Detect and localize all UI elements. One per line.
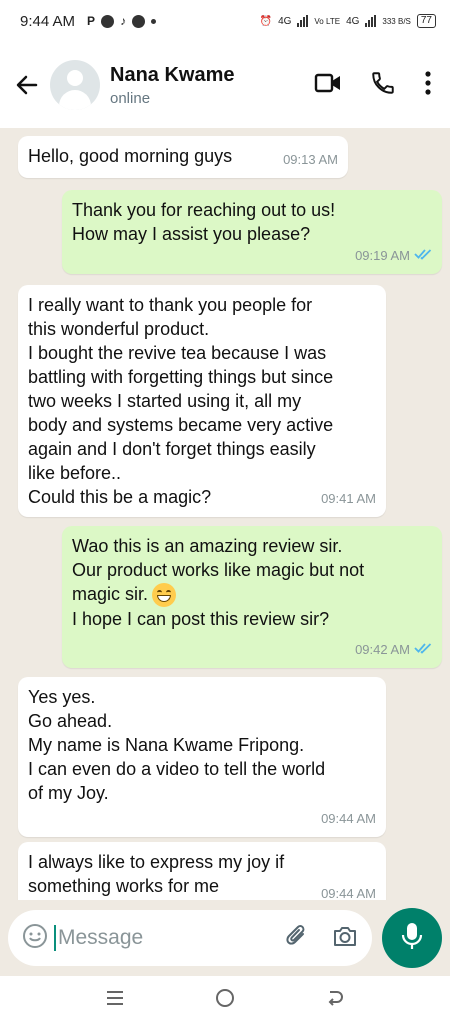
contact-name: Nana Kwame bbox=[110, 63, 235, 86]
message-bubble-incoming[interactable]: I really want to thank you people for th… bbox=[18, 285, 386, 517]
emoji-icon[interactable] bbox=[22, 923, 48, 954]
message-time: 09:42 AM bbox=[355, 642, 410, 657]
status-time: 9:44 AM bbox=[20, 12, 76, 30]
more-notifications-dot bbox=[151, 18, 157, 24]
avatar[interactable] bbox=[50, 60, 100, 110]
network-type-1: 4G bbox=[278, 15, 292, 27]
whatsapp-notification-icon bbox=[101, 14, 115, 28]
message-input-container[interactable] bbox=[8, 910, 372, 966]
recents-menu-icon[interactable] bbox=[104, 989, 126, 1012]
message-bubble-incoming[interactable]: I always like to express my joy if somet… bbox=[18, 842, 386, 900]
text-caret bbox=[54, 925, 56, 951]
network-type-2: 4G bbox=[346, 15, 360, 27]
message-bubble-outgoing[interactable]: Thank you for reaching out to us! How ma… bbox=[62, 190, 442, 274]
volte-label: Vo LTE bbox=[314, 16, 341, 26]
back-arrow-icon[interactable] bbox=[12, 70, 42, 100]
battery-level: 77 bbox=[420, 15, 432, 26]
back-nav-icon[interactable] bbox=[324, 987, 346, 1014]
message-text: Yes yes. Go ahead. My name is Nana Kwame… bbox=[28, 687, 326, 803]
chat-header: Nana Kwame online bbox=[0, 42, 450, 128]
message-time: 09:19 AM bbox=[355, 248, 410, 263]
double-check-icon bbox=[414, 638, 432, 662]
composer bbox=[0, 900, 450, 976]
grinning-emoji-icon bbox=[152, 583, 177, 608]
message-time: 09:41 AM bbox=[321, 491, 376, 506]
chat-area[interactable]: Hello, good morning guys 09:13 AM Thank … bbox=[0, 128, 450, 900]
notification-p-icon: P bbox=[87, 14, 96, 28]
battery-icon: 77 bbox=[416, 14, 436, 28]
system-nav-bar bbox=[0, 976, 450, 1024]
mic-button[interactable] bbox=[382, 908, 442, 968]
message-time: 09:44 AM bbox=[321, 886, 376, 900]
video-call-icon[interactable] bbox=[314, 72, 342, 99]
attach-icon[interactable] bbox=[284, 923, 310, 954]
alarm-icon: ⏰ bbox=[259, 15, 273, 27]
message-text: I really want to thank you people for th… bbox=[28, 295, 334, 507]
more-vert-icon[interactable] bbox=[424, 70, 432, 101]
signal-bars-2-icon bbox=[365, 15, 377, 27]
home-icon[interactable] bbox=[214, 987, 236, 1014]
message-time: 09:13 AM bbox=[283, 152, 338, 167]
phone-icon[interactable] bbox=[370, 70, 396, 101]
tiktok-notification-icon: ♪ bbox=[120, 14, 127, 28]
message-text: Thank you for reaching out to us! How ma… bbox=[72, 200, 336, 244]
message-input[interactable] bbox=[58, 926, 258, 950]
status-bar: 9:44 AM P ♪ ⏰ 4G Vo LTE 4G 333 B/S 77 bbox=[0, 0, 450, 42]
contact-info[interactable]: Nana Kwame online bbox=[110, 64, 235, 107]
message-bubble-incoming[interactable]: Yes yes. Go ahead. My name is Nana Kwame… bbox=[18, 677, 386, 837]
contact-status: online bbox=[110, 89, 151, 107]
mic-icon bbox=[401, 922, 423, 955]
double-check-icon bbox=[414, 244, 432, 268]
app-notification-icon bbox=[132, 14, 146, 28]
message-text-line: I hope I can post this review sir? bbox=[72, 609, 330, 630]
data-speed: 333 B/S bbox=[382, 16, 411, 26]
message-bubble-incoming[interactable]: Hello, good morning guys 09:13 AM bbox=[18, 136, 348, 178]
message-bubble-outgoing[interactable]: Wao this is an amazing review sir. Our p… bbox=[62, 526, 442, 668]
camera-icon[interactable] bbox=[332, 924, 358, 953]
message-text: Wao this is an amazing review sir. Our p… bbox=[72, 536, 365, 604]
signal-bars-1-icon bbox=[297, 15, 309, 27]
message-time: 09:44 AM bbox=[321, 811, 376, 826]
